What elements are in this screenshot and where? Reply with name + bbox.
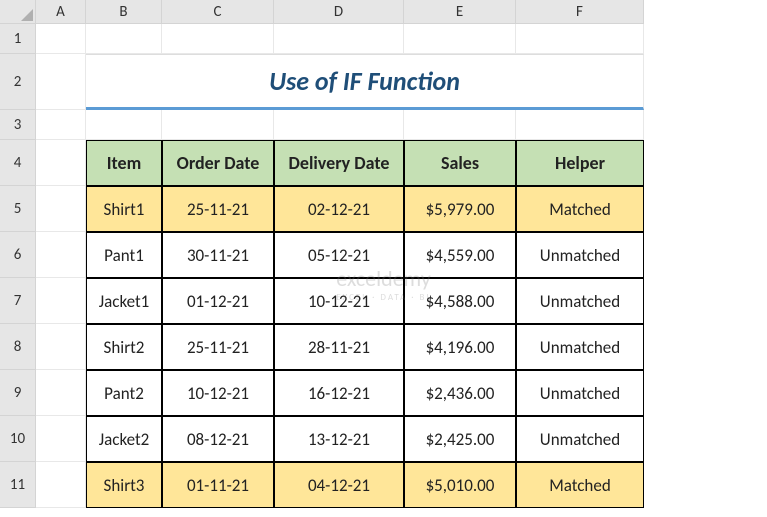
td-item[interactable]: Jacket2 (86, 416, 162, 462)
row-header-10[interactable]: 10 (0, 416, 36, 462)
col-header-D[interactable]: D (274, 0, 404, 24)
td-item[interactable]: Shirt1 (86, 186, 162, 232)
td-sales[interactable]: $5,979.00 (404, 186, 516, 232)
cell-A10[interactable] (36, 416, 86, 462)
td-helper[interactable]: Unmatched (516, 370, 644, 416)
td-sales[interactable]: $4,588.00 (404, 278, 516, 324)
row-header-8[interactable]: 8 (0, 324, 36, 370)
cell-A11[interactable] (36, 462, 86, 508)
spreadsheet-grid: A B C D E F 1 2 Use of IF Function 3 4 I… (0, 0, 767, 508)
td-helper[interactable]: Unmatched (516, 232, 644, 278)
row-header-3[interactable]: 3 (0, 110, 36, 140)
cell-E3[interactable] (404, 110, 516, 140)
col-header-B[interactable]: B (86, 0, 162, 24)
td-helper[interactable]: Unmatched (516, 416, 644, 462)
td-helper[interactable]: Matched (516, 186, 644, 232)
col-header-A[interactable]: A (36, 0, 86, 24)
cell-B3[interactable] (86, 110, 162, 140)
row-header-9[interactable]: 9 (0, 370, 36, 416)
col-header-E[interactable]: E (404, 0, 516, 24)
cell-F1[interactable] (516, 24, 644, 54)
td-helper[interactable]: Unmatched (516, 278, 644, 324)
th-order-date[interactable]: Order Date (162, 140, 274, 186)
select-all-corner[interactable] (0, 0, 36, 24)
cell-A3[interactable] (36, 110, 86, 140)
cell-C1[interactable] (162, 24, 274, 54)
row-header-7[interactable]: 7 (0, 278, 36, 324)
td-helper[interactable]: Unmatched (516, 324, 644, 370)
row-header-4[interactable]: 4 (0, 140, 36, 186)
td-order[interactable]: 08-12-21 (162, 416, 274, 462)
cell-F3[interactable] (516, 110, 644, 140)
td-delivery[interactable]: 16-12-21 (274, 370, 404, 416)
td-order[interactable]: 30-11-21 (162, 232, 274, 278)
td-sales[interactable]: $4,559.00 (404, 232, 516, 278)
cell-A1[interactable] (36, 24, 86, 54)
td-delivery[interactable]: 04-12-21 (274, 462, 404, 508)
td-delivery[interactable]: 05-12-21 (274, 232, 404, 278)
td-order[interactable]: 01-12-21 (162, 278, 274, 324)
td-item[interactable]: Pant2 (86, 370, 162, 416)
td-delivery[interactable]: 10-12-21 (274, 278, 404, 324)
col-header-C[interactable]: C (162, 0, 274, 24)
cell-D3[interactable] (274, 110, 404, 140)
cell-C3[interactable] (162, 110, 274, 140)
td-delivery[interactable]: 02-12-21 (274, 186, 404, 232)
td-helper[interactable]: Matched (516, 462, 644, 508)
cell-D1[interactable] (274, 24, 404, 54)
td-item[interactable]: Shirt3 (86, 462, 162, 508)
td-order[interactable]: 25-11-21 (162, 186, 274, 232)
col-header-F[interactable]: F (516, 0, 644, 24)
td-order[interactable]: 10-12-21 (162, 370, 274, 416)
cell-A2[interactable] (36, 54, 86, 110)
page-title[interactable]: Use of IF Function (86, 54, 644, 110)
th-sales[interactable]: Sales (404, 140, 516, 186)
row-header-6[interactable]: 6 (0, 232, 36, 278)
th-delivery-date[interactable]: Delivery Date (274, 140, 404, 186)
cell-A6[interactable] (36, 232, 86, 278)
td-delivery[interactable]: 28-11-21 (274, 324, 404, 370)
cell-E1[interactable] (404, 24, 516, 54)
td-delivery[interactable]: 13-12-21 (274, 416, 404, 462)
cell-A8[interactable] (36, 324, 86, 370)
row-header-5[interactable]: 5 (0, 186, 36, 232)
cell-B1[interactable] (86, 24, 162, 54)
td-sales[interactable]: $2,425.00 (404, 416, 516, 462)
td-item[interactable]: Shirt2 (86, 324, 162, 370)
td-item[interactable]: Jacket1 (86, 278, 162, 324)
cell-A4[interactable] (36, 140, 86, 186)
cell-A5[interactable] (36, 186, 86, 232)
row-header-11[interactable]: 11 (0, 462, 36, 508)
cell-A9[interactable] (36, 370, 86, 416)
td-order[interactable]: 01-11-21 (162, 462, 274, 508)
td-sales[interactable]: $4,196.00 (404, 324, 516, 370)
row-header-2[interactable]: 2 (0, 54, 36, 110)
cell-A7[interactable] (36, 278, 86, 324)
td-item[interactable]: Pant1 (86, 232, 162, 278)
td-order[interactable]: 25-11-21 (162, 324, 274, 370)
th-helper[interactable]: Helper (516, 140, 644, 186)
th-item[interactable]: Item (86, 140, 162, 186)
td-sales[interactable]: $5,010.00 (404, 462, 516, 508)
row-header-1[interactable]: 1 (0, 24, 36, 54)
td-sales[interactable]: $2,436.00 (404, 370, 516, 416)
